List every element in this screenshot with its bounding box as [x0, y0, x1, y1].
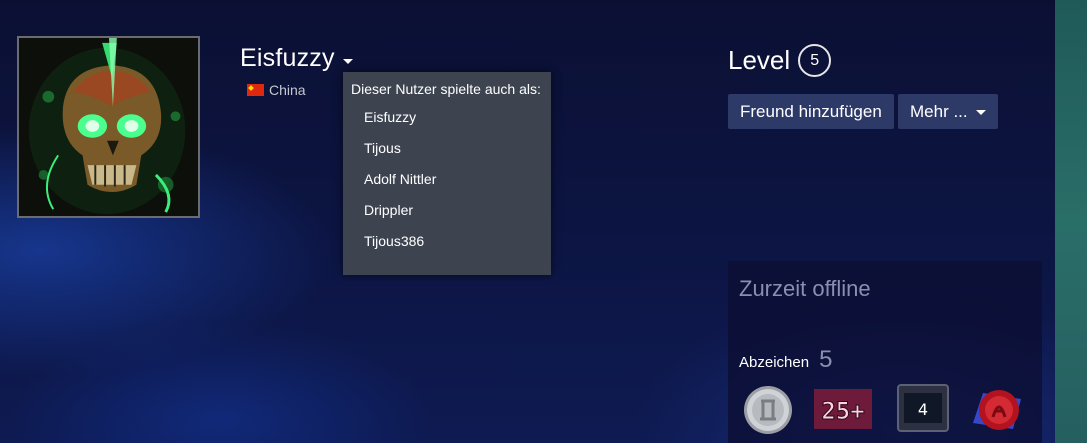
more-label: Mehr ... [910, 101, 968, 121]
alias-item[interactable]: Drippler [351, 202, 543, 233]
avatar[interactable] [17, 36, 200, 218]
alias-menu-header: Dieser Nutzer spielte auch als: [351, 81, 541, 97]
more-button[interactable]: Mehr ... [898, 94, 998, 129]
chevron-down-icon[interactable] [342, 59, 353, 64]
alias-item[interactable]: Tijous [351, 140, 543, 171]
alias-item[interactable]: Eisfuzzy [351, 109, 543, 140]
level-row: Level 5 [728, 44, 832, 77]
badges-count[interactable]: 5 [819, 346, 832, 374]
alias-item[interactable]: Tijous386 [351, 233, 543, 264]
page-edge-strip [1055, 0, 1087, 443]
badge-list: 25+ 4 [739, 383, 1039, 439]
alias-item[interactable]: Adolf Nittler [351, 171, 543, 202]
chevron-down-icon [975, 110, 986, 115]
add-friend-label: Freund hinzufügen [740, 101, 882, 121]
location-label: China [269, 82, 306, 98]
status-panel: Zurzeit offline Abzeichen 5 25+ 4 [728, 261, 1042, 443]
alias-history-dropdown: Dieser Nutzer spielte auch als: Eisfuzzy… [343, 72, 551, 275]
add-friend-button[interactable]: Freund hinzufügen [728, 94, 894, 129]
badges-label[interactable]: Abzeichen [739, 354, 809, 371]
red-seal-badge-icon[interactable] [969, 383, 1027, 435]
level-badge[interactable]: 5 [798, 44, 832, 77]
online-status: Zurzeit offline [739, 276, 871, 301]
number-4-badge-icon[interactable]: 4 [894, 383, 952, 435]
persona-name: Eisfuzzy [240, 44, 335, 72]
number-4-badge-text: 4 [918, 400, 928, 419]
badges-header[interactable]: Abzeichen 5 [739, 346, 832, 374]
years-25-badge-text: 25+ [821, 397, 864, 425]
level-label: Level [728, 45, 791, 75]
location: China [247, 82, 306, 98]
skull-avatar-image [19, 38, 198, 216]
china-flag-icon [247, 84, 264, 96]
silver-coin-badge-icon[interactable] [739, 383, 797, 435]
persona-row: Eisfuzzy [240, 44, 353, 73]
years-25-badge-icon[interactable]: 25+ [814, 383, 872, 435]
